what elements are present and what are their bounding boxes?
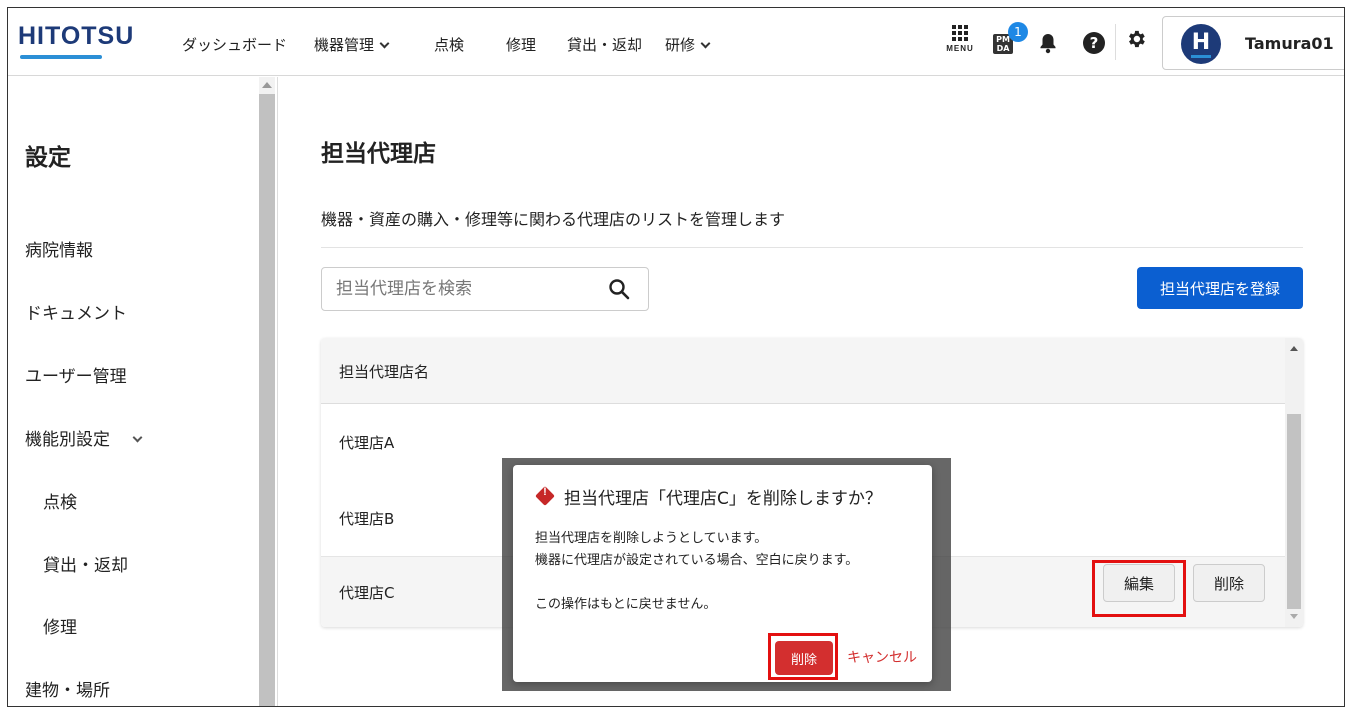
search-input[interactable] — [321, 267, 649, 311]
cancel-button[interactable]: キャンセル — [847, 647, 917, 667]
logo[interactable]: HITOTSU — [18, 22, 134, 51]
dialog-warning-line: この操作はもとに戻せません。 — [535, 597, 717, 612]
chevron-down-icon — [379, 38, 390, 49]
nav-repair[interactable]: 修理 — [506, 34, 536, 55]
nav-training[interactable]: 研修 — [665, 34, 711, 55]
delete-button-highlight — [768, 633, 838, 680]
register-agency-button[interactable]: 担当代理店を登録 — [1137, 267, 1303, 309]
logo-underline — [20, 55, 102, 59]
page-description: 機器・資産の購入・修理等に関わる代理店のリストを管理します — [321, 210, 786, 229]
dialog-title: 担当代理店「代理店C」を削除しますか？ — [564, 489, 882, 509]
header-separator — [1115, 24, 1116, 60]
chevron-down-icon — [132, 432, 143, 443]
notification-count-badge: 1 — [1008, 22, 1028, 42]
sidebar-item-repair[interactable]: 修理 — [43, 613, 77, 638]
sidebar-item-features[interactable]: 機能別設定 — [25, 425, 143, 450]
sidebar-item-features-label: 機能別設定 — [25, 430, 110, 450]
app-menu-button[interactable]: MENU — [945, 25, 975, 53]
agency-name-cell: 代理店C — [339, 584, 395, 602]
agency-name-cell: 代理店A — [339, 434, 395, 452]
scroll-up-icon[interactable] — [1290, 346, 1298, 351]
user-menu[interactable]: H Tamura01 — [1162, 16, 1344, 70]
gear-icon[interactable] — [1125, 28, 1147, 54]
top-header: HITOTSU ダッシュボード 機器管理 点検 修理 貸出・返却 研修 MENU… — [8, 8, 1344, 76]
app-window: HITOTSU ダッシュボード 機器管理 点検 修理 貸出・返却 研修 MENU… — [7, 7, 1345, 707]
sidebar-item-lending[interactable]: 貸出・返却 — [43, 551, 128, 576]
scroll-up-icon[interactable] — [262, 82, 272, 88]
dialog-text-line: 担当代理店を削除しようとしています。 — [535, 531, 768, 546]
column-header-agency-name[interactable]: 担当代理店名 — [339, 361, 429, 382]
sidebar-item-documents[interactable]: ドキュメント — [25, 299, 127, 324]
warning-icon-mark: ! — [543, 486, 547, 498]
sidebar-item-users[interactable]: ユーザー管理 — [25, 362, 127, 387]
edit-button-highlight — [1092, 560, 1186, 617]
nav-dashboard[interactable]: ダッシュボード — [182, 34, 287, 55]
sidebar-scrollbar-thumb[interactable] — [259, 94, 275, 706]
table-scrollbar-thumb[interactable] — [1287, 414, 1301, 609]
page-title: 担当代理店 — [321, 141, 436, 167]
avatar-underline — [1191, 55, 1211, 58]
sidebar-item-hospital[interactable]: 病院情報 — [25, 236, 93, 261]
grid-icon — [945, 25, 975, 41]
menu-label: MENU — [946, 44, 974, 53]
chevron-down-icon — [700, 38, 711, 49]
table-header: 担当代理店名 — [321, 338, 1285, 404]
scroll-down-icon[interactable] — [1290, 614, 1298, 619]
row-delete-button[interactable]: 削除 — [1193, 564, 1265, 602]
avatar: H — [1181, 24, 1221, 64]
delete-confirm-dialog: ! 担当代理店「代理店C」を削除しますか？ 担当代理店を削除しようとしています。… — [513, 465, 932, 682]
nav-equipment[interactable]: 機器管理 — [314, 34, 390, 55]
nav-equipment-label: 機器管理 — [314, 36, 375, 54]
help-icon[interactable]: ? — [1083, 32, 1105, 54]
agency-name-cell: 代理店B — [339, 510, 395, 528]
search-icon[interactable] — [608, 278, 630, 300]
user-name: Tamura01 — [1245, 34, 1334, 53]
nav-training-label: 研修 — [665, 36, 696, 54]
sidebar-title: 設定 — [25, 145, 71, 171]
bell-icon[interactable] — [1038, 32, 1058, 58]
nav-inspection[interactable]: 点検 — [434, 34, 464, 55]
dialog-text-line: 機器に代理店が設定されている場合、空白に戻ります。 — [535, 553, 859, 568]
divider — [321, 247, 1303, 248]
nav-lending[interactable]: 貸出・返却 — [567, 34, 642, 55]
sidebar-item-inspection[interactable]: 点検 — [43, 488, 77, 513]
sidebar-item-buildings[interactable]: 建物・場所 — [25, 676, 110, 701]
